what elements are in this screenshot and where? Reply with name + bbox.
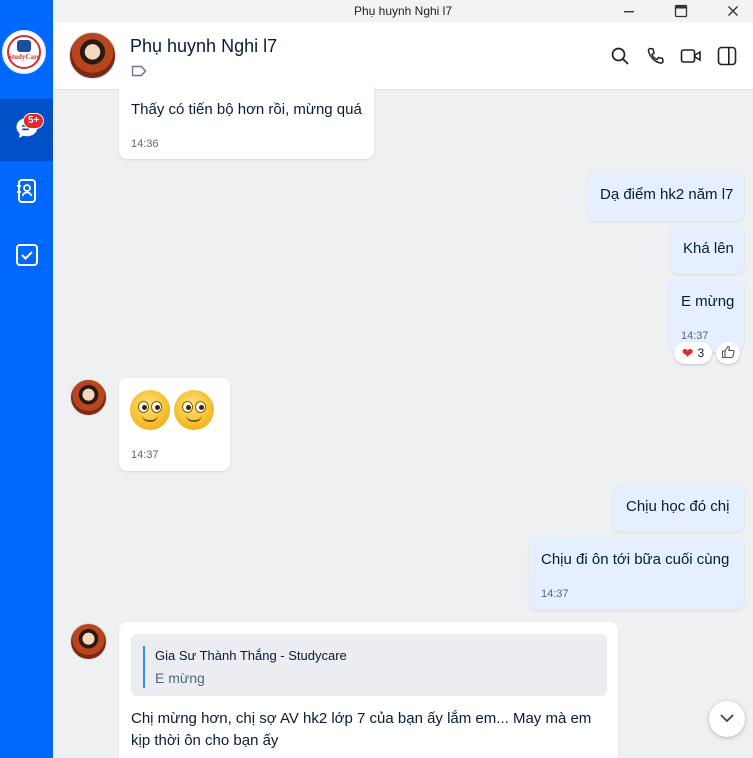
quoted-author: Gia Sư Thành Thắng - Studycare (155, 648, 347, 663)
logo-text: StudyCare (7, 53, 41, 61)
scroll-to-bottom-button[interactable] (709, 701, 745, 737)
message-bubble-received[interactable]: Gia Sư Thành Thắng - Studycare E mừng Ch… (119, 622, 618, 758)
message-bubble-sent[interactable]: E mừng 14:37 (668, 279, 744, 352)
reaction-summary[interactable]: ❤ 3 (674, 342, 712, 364)
sidebar-item-chat[interactable]: 5+ (0, 99, 53, 161)
message-bubble-received[interactable]: 14:37 (119, 378, 230, 471)
message-text: Chị mừng hơn, chị sợ AV hk2 lớp 7 của bạ… (131, 710, 592, 749)
reaction-count: 3 (697, 346, 705, 360)
message-text: E mừng (681, 293, 735, 310)
heart-icon: ❤ (681, 344, 694, 361)
message-text: Chịu đi ôn tới bữa cuối cùng (541, 551, 730, 568)
sidebar-toggle-icon[interactable] (715, 44, 739, 68)
message-text: Dạ điểm hk2 năm l7 (600, 186, 734, 203)
message-bubble-sent[interactable]: Dạ điểm hk2 năm l7 (587, 171, 744, 221)
quoted-message[interactable]: Gia Sư Thành Thắng - Studycare E mừng (131, 634, 607, 696)
contact-avatar[interactable] (69, 32, 116, 79)
sidebar-item-todo[interactable] (0, 226, 53, 288)
message-bubble-received[interactable]: Thấy có tiến bộ hơn rồi, mừng quá 14:36 (119, 80, 374, 159)
thumbs-up-icon (721, 345, 735, 362)
smiley-emoji-icon (174, 390, 214, 430)
quoted-text: E mừng (155, 670, 205, 686)
video-call-icon[interactable] (679, 44, 703, 68)
minimize-icon[interactable] (620, 2, 638, 20)
left-rail: StudyCare 5+ (0, 0, 53, 758)
message-text: Khá lên (683, 240, 734, 257)
message-bubble-sent[interactable]: Chịu học đó chị (613, 484, 744, 532)
message-time: 14:37 (131, 449, 159, 461)
chevron-down-icon (719, 710, 735, 728)
window-title: Phụ huynh Nghi l7 (353, 4, 453, 18)
search-icon[interactable] (608, 44, 632, 68)
logo-graduation-cap (17, 40, 31, 52)
contact-book-icon (15, 178, 39, 209)
message-bubble-sent[interactable]: Khá lên (670, 226, 744, 274)
message-text: Thấy có tiến bộ hơn rồi, mừng quá (131, 101, 362, 118)
message-time: 14:36 (131, 138, 159, 150)
close-icon[interactable] (724, 2, 742, 20)
app-logo[interactable]: StudyCare (2, 30, 46, 74)
maximize-icon[interactable] (672, 2, 690, 20)
message-bubble-sent[interactable]: Chịu đi ôn tới bữa cuối cùng 14:37 (529, 537, 744, 610)
window-titlebar: Phụ huynh Nghi l7 (53, 0, 753, 22)
like-button[interactable] (716, 342, 740, 364)
phone-icon[interactable] (644, 44, 668, 68)
smiley-emoji-icon (130, 390, 170, 430)
sender-avatar[interactable] (70, 623, 107, 660)
unread-badge: 5+ (23, 113, 45, 129)
message-time: 14:37 (541, 588, 569, 600)
sidebar-item-contacts[interactable] (0, 162, 53, 224)
sender-avatar[interactable] (70, 379, 107, 416)
contact-name[interactable]: Phụ huynh Nghi l7 (130, 36, 277, 57)
checkbox-icon (15, 243, 39, 272)
message-text: Chịu học đó chị (626, 498, 730, 515)
